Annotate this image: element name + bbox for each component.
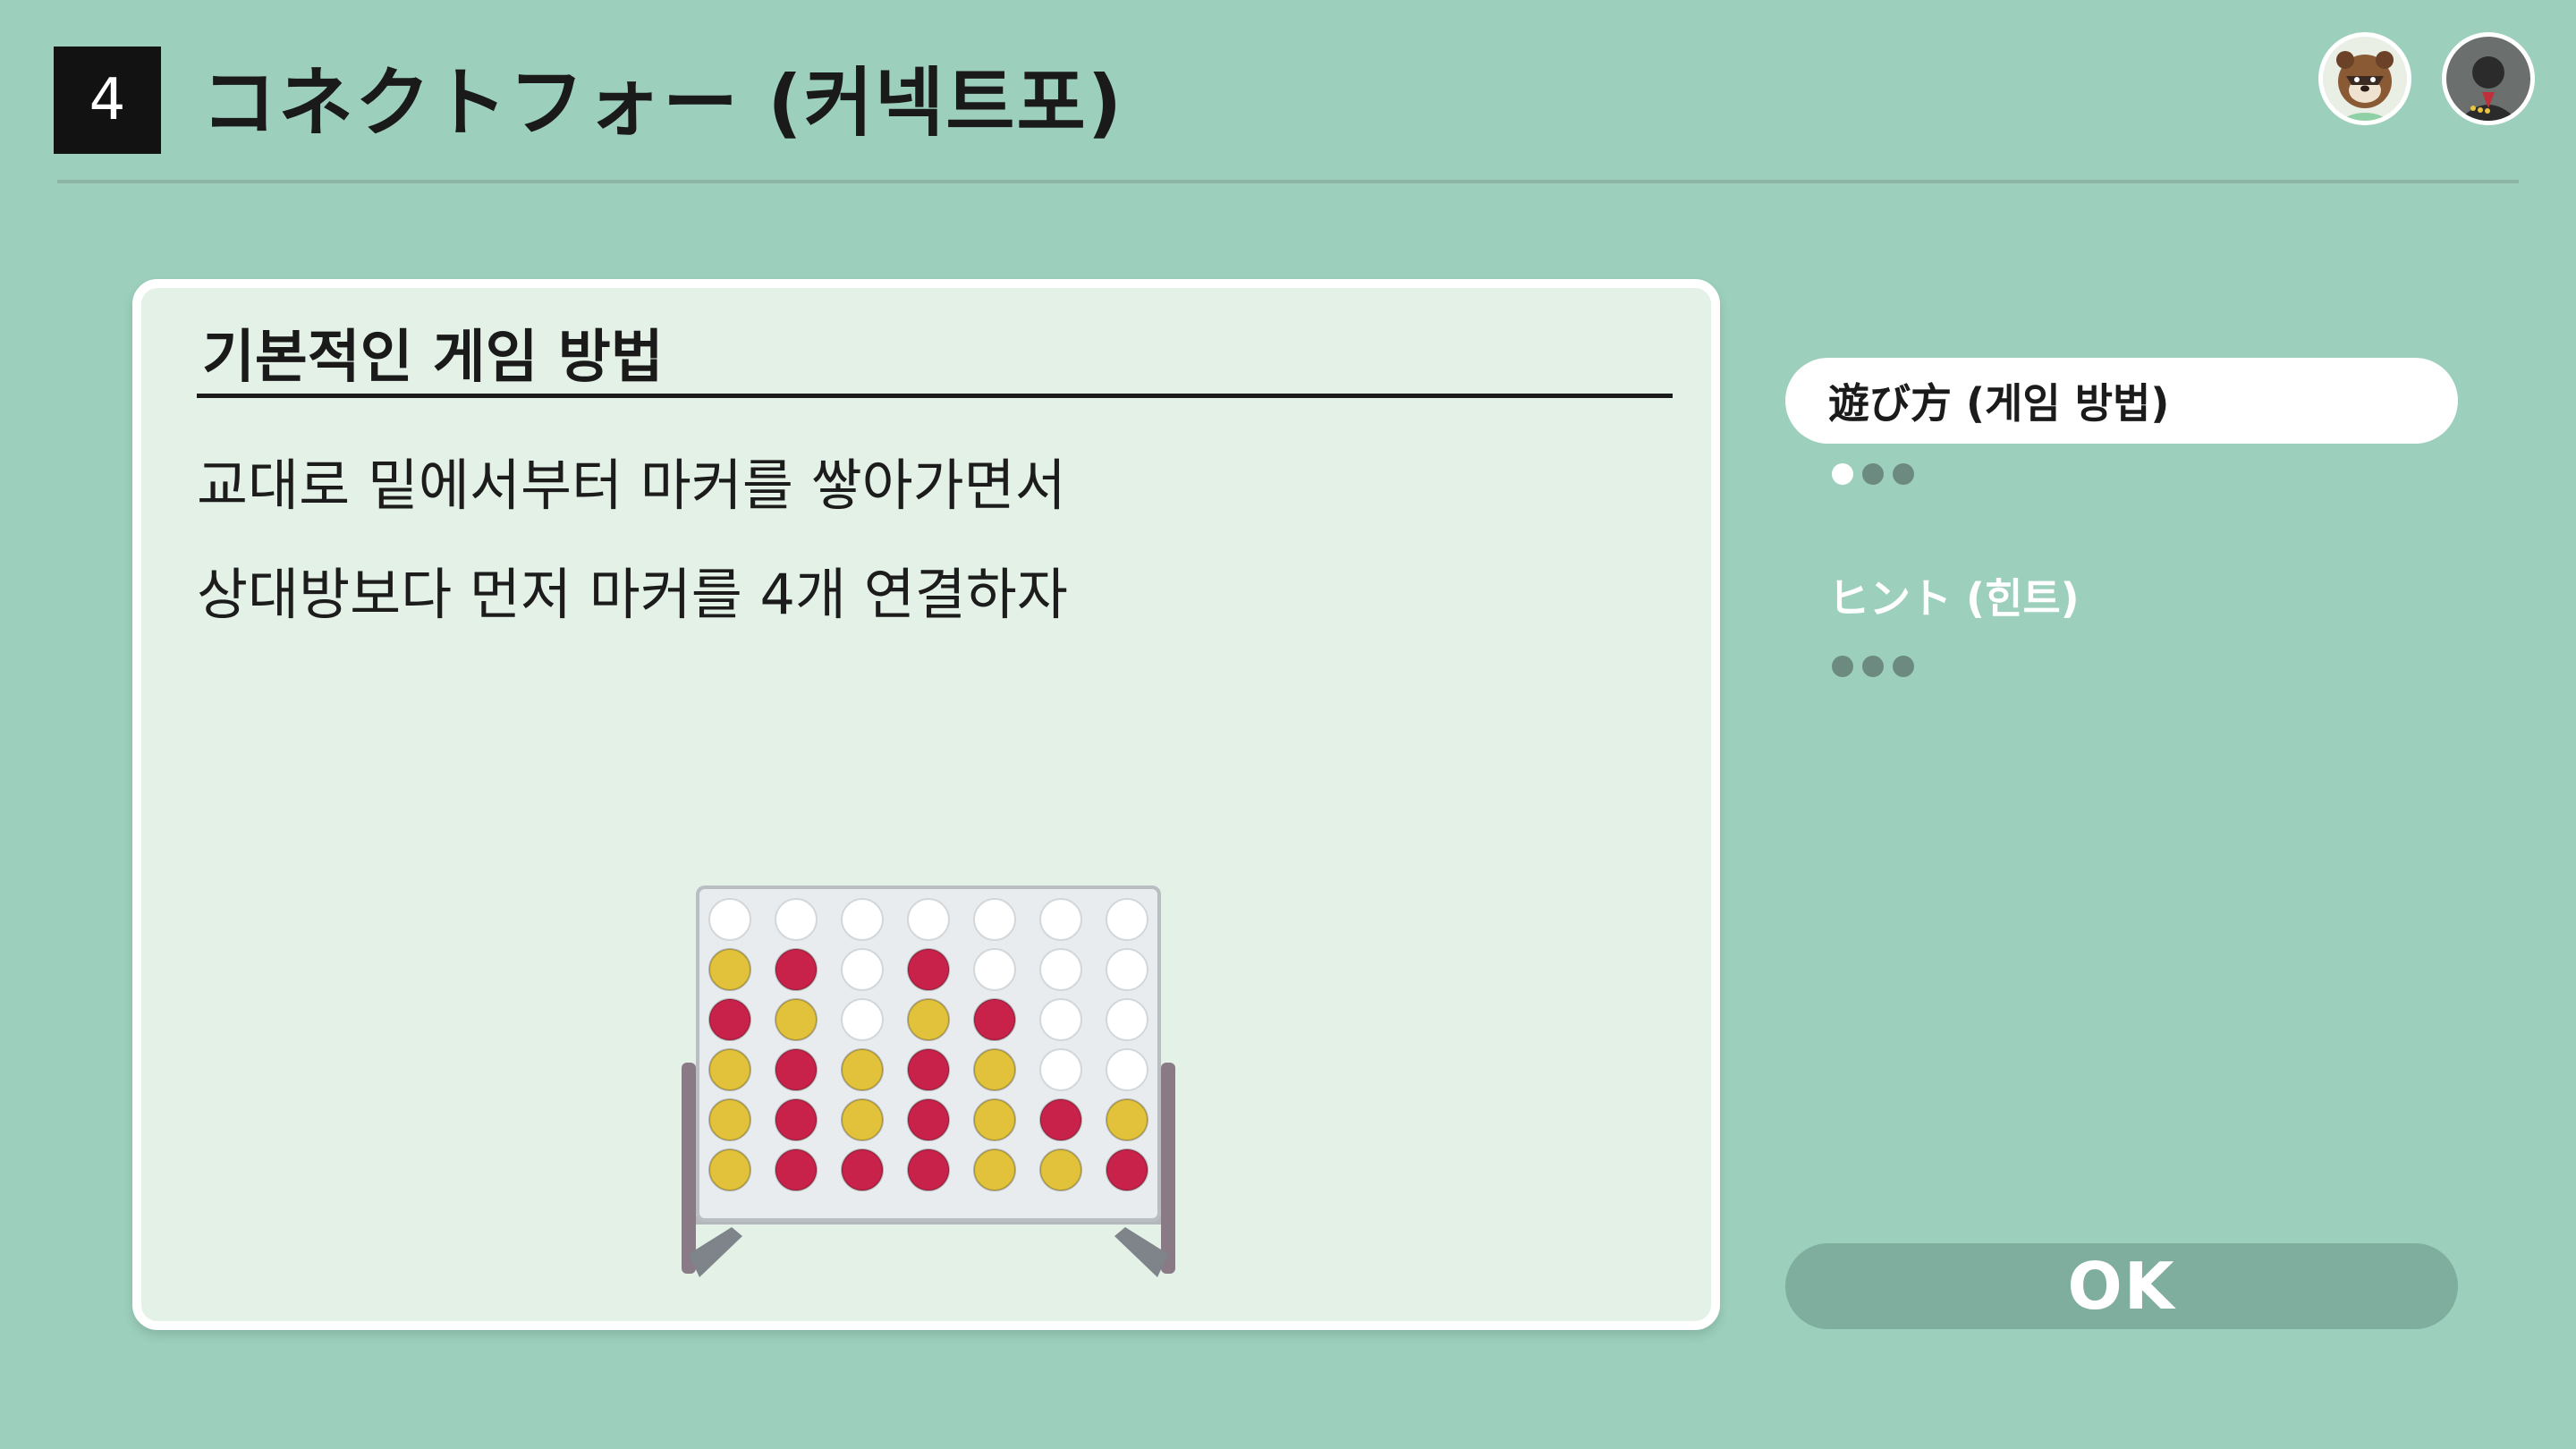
game-number-badge: 4 <box>54 47 161 154</box>
page-title: コネクトフォー (커넥트포) <box>201 59 1124 147</box>
tom-nook-avatar-icon[interactable] <box>2318 32 2411 125</box>
empty-slot <box>841 948 884 991</box>
hint-page-indicator <box>1832 656 1914 677</box>
page-dot-active <box>1832 463 1853 485</box>
red-disc <box>1106 1148 1148 1191</box>
panel-heading-divider <box>197 394 1673 398</box>
red-disc <box>775 1148 818 1191</box>
red-disc <box>1039 1098 1082 1141</box>
page-dot <box>1862 463 1884 485</box>
tab-hint[interactable]: ヒント (힌트) <box>1785 553 2458 639</box>
red-disc <box>708 998 751 1041</box>
yellow-disc <box>708 948 751 991</box>
empty-slot <box>1106 948 1148 991</box>
page-dot <box>1893 463 1914 485</box>
empty-slot <box>907 898 950 941</box>
empty-slot <box>1106 1048 1148 1091</box>
header-bar: 4 コネクトフォー (커넥트포) <box>0 0 2576 183</box>
empty-slot <box>1039 1048 1082 1091</box>
red-disc <box>775 1048 818 1091</box>
board-left-post <box>682 1063 696 1274</box>
red-disc <box>973 998 1016 1041</box>
empty-slot <box>841 998 884 1041</box>
red-disc <box>775 948 818 991</box>
empty-slot <box>708 898 751 941</box>
yellow-disc <box>708 1098 751 1141</box>
yellow-disc <box>841 1048 884 1091</box>
board-left-foot <box>689 1227 742 1277</box>
empty-slot <box>775 898 818 941</box>
yellow-disc <box>708 1048 751 1091</box>
yellow-disc <box>775 998 818 1041</box>
page-dot <box>1832 656 1853 677</box>
red-disc <box>907 1148 950 1191</box>
instructions-panel: 기본적인 게임 방법 교대로 밑에서부터 마커를 쌓아가면서 상대방보다 먼저 … <box>132 279 1720 1330</box>
how-to-play-page-indicator <box>1832 463 1914 485</box>
ok-button[interactable]: OK <box>1785 1243 2458 1329</box>
yellow-disc <box>973 1098 1016 1141</box>
instruction-line: 상대방보다 먼저 마커를 4개 연결하자 <box>197 562 1068 627</box>
yellow-disc <box>841 1098 884 1141</box>
red-disc <box>841 1148 884 1191</box>
red-disc <box>775 1098 818 1141</box>
empty-slot <box>1039 948 1082 991</box>
red-disc <box>907 1048 950 1091</box>
player-avatar-icon[interactable] <box>2442 32 2535 125</box>
yellow-disc <box>973 1048 1016 1091</box>
empty-slot <box>1039 998 1082 1041</box>
red-disc <box>907 948 950 991</box>
connect-four-board-illustration <box>682 886 1175 1277</box>
empty-slot <box>973 898 1016 941</box>
tab-how-to-play[interactable]: 遊び方 (게임 방법) <box>1785 358 2458 444</box>
red-disc <box>907 1098 950 1141</box>
empty-slot <box>1106 998 1148 1041</box>
board-right-post <box>1161 1063 1175 1274</box>
empty-slot <box>1039 898 1082 941</box>
empty-slot <box>841 898 884 941</box>
empty-slot <box>1106 898 1148 941</box>
yellow-disc <box>1106 1098 1148 1141</box>
page-dot <box>1862 656 1884 677</box>
empty-slot <box>973 948 1016 991</box>
yellow-disc <box>973 1148 1016 1191</box>
page-dot <box>1893 656 1914 677</box>
yellow-disc <box>907 998 950 1041</box>
header-divider <box>57 180 2519 183</box>
board-right-foot <box>1114 1227 1168 1277</box>
yellow-disc <box>1039 1148 1082 1191</box>
panel-heading: 기본적인 게임 방법 <box>202 325 664 391</box>
instruction-line: 교대로 밑에서부터 마커를 쌓아가면서 <box>197 453 1066 518</box>
yellow-disc <box>708 1148 751 1191</box>
